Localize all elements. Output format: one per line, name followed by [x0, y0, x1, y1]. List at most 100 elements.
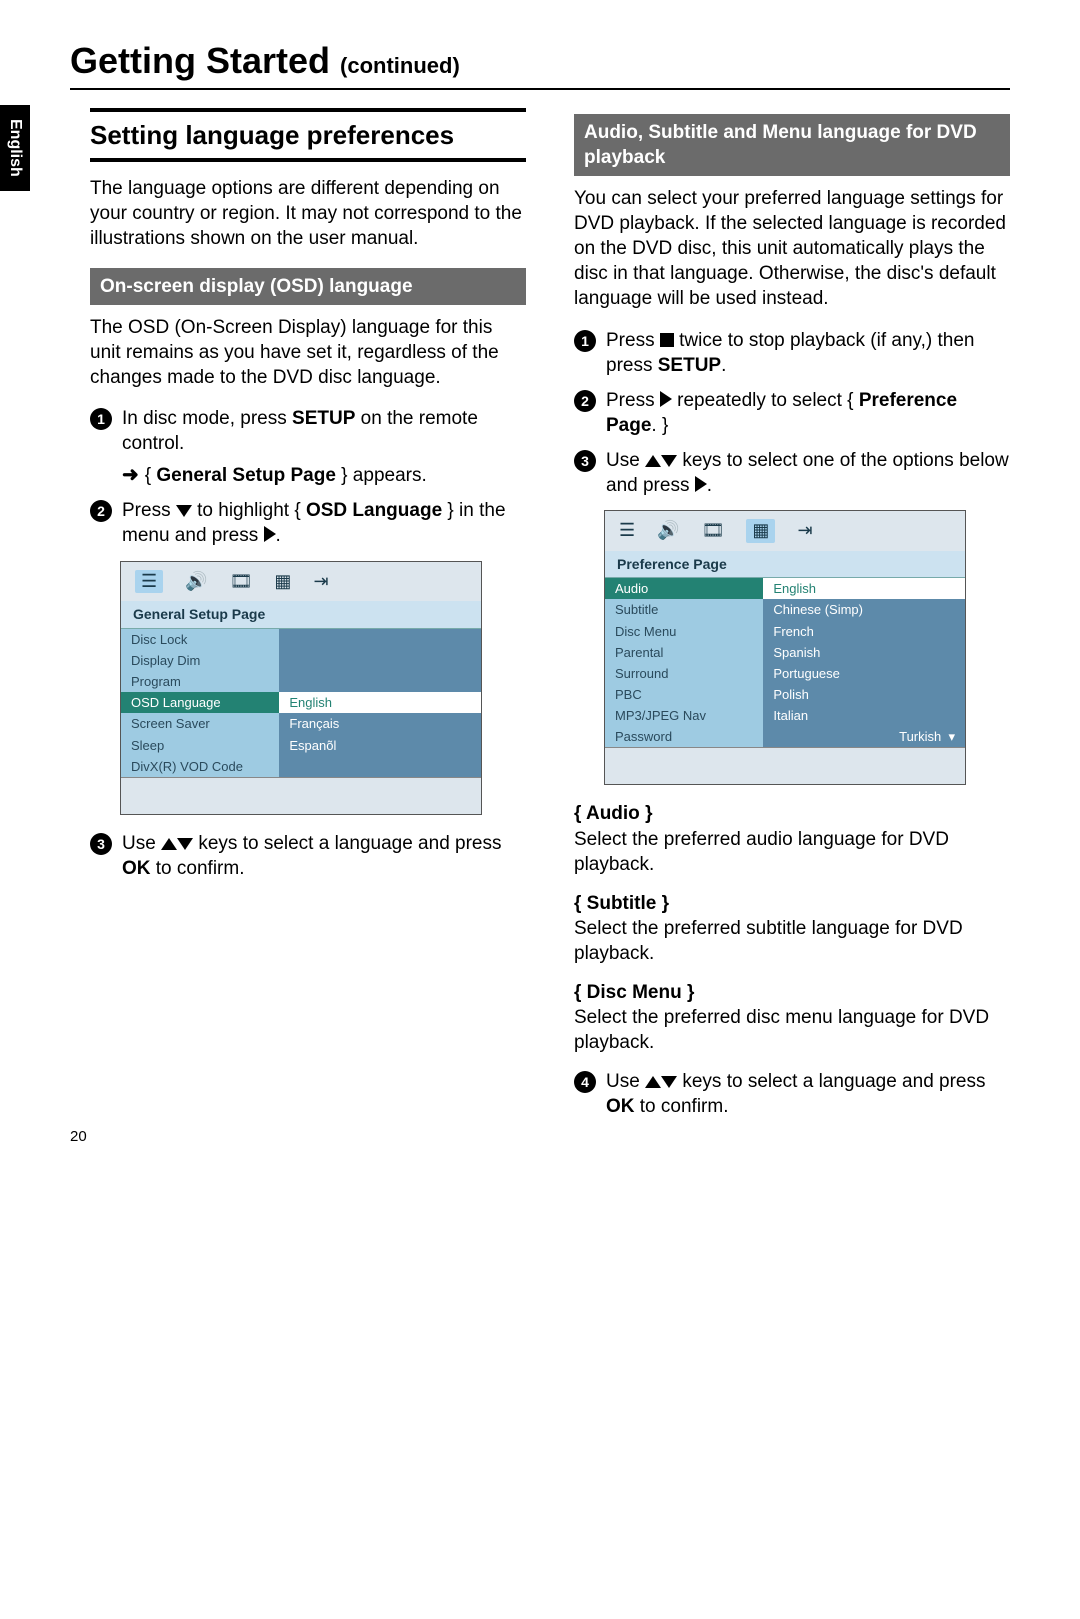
step-number-icon: 2: [90, 500, 112, 522]
osd-item-selected: Audio: [605, 578, 763, 599]
step-number-icon: 3: [574, 450, 596, 472]
osd-right-list: English Français Espanõl: [279, 629, 481, 777]
step-number-icon: 2: [574, 390, 596, 412]
arrow-up-icon: [645, 455, 661, 467]
text: to highlight {: [192, 500, 306, 521]
text: .: [276, 525, 281, 546]
osd-spacer: [279, 629, 481, 650]
step-body: Use keys to select a language and press …: [122, 831, 526, 881]
text: .: [707, 475, 712, 496]
text: to confirm.: [151, 858, 245, 879]
apps-icon: ▦: [274, 570, 291, 594]
osd-item: Password: [605, 726, 763, 747]
language-tab: English: [0, 105, 30, 191]
setup-label: SETUP: [658, 355, 721, 376]
osd-item: Chinese (Simp): [763, 599, 965, 620]
osd-item-more: Turkish ▾: [763, 726, 965, 747]
osd-item: Parental: [605, 642, 763, 663]
osd-spacer: [279, 756, 481, 777]
ok-label: OK: [606, 1096, 635, 1117]
arrow-right-icon: [660, 391, 672, 407]
text: . }: [651, 415, 668, 436]
intro-paragraph: You can select your preferred language s…: [574, 186, 1010, 311]
osd-icon-row: ☰ 🔊 🎞 ▦ ⇥: [121, 562, 481, 602]
text: .: [721, 355, 726, 376]
exit-icon: ⇥: [313, 570, 328, 594]
osd-item: Disc Menu: [605, 621, 763, 642]
text: Press: [606, 330, 660, 351]
title-main: Getting Started: [70, 40, 330, 81]
right-column: Audio, Subtitle and Menu language for DV…: [574, 108, 1010, 1129]
osd-body: Audio Subtitle Disc Menu Parental Surrou…: [605, 577, 965, 747]
intro-paragraph: The language options are different depen…: [90, 176, 526, 251]
osd-item: Portuguese: [763, 663, 965, 684]
step-number-icon: 3: [90, 833, 112, 855]
option-title: { Subtitle }: [574, 891, 1010, 916]
osd-item: French: [763, 621, 965, 642]
osd-footer: [605, 747, 965, 784]
text: Press: [606, 390, 660, 411]
osd-screenshot-general: ☰ 🔊 🎞 ▦ ⇥ General Setup Page Disc Lock D…: [120, 561, 482, 815]
step-number-icon: 1: [90, 408, 112, 430]
osd-item: Screen Saver: [121, 713, 279, 734]
osd-item: Surround: [605, 663, 763, 684]
step-number-icon: 4: [574, 1071, 596, 1093]
step-3: 3 Use keys to select one of the options …: [574, 448, 1010, 498]
section-heading: Setting language preferences: [90, 108, 526, 162]
text: In disc mode, press: [122, 408, 292, 429]
content-columns: Setting language preferences The languag…: [90, 108, 1010, 1129]
step-2: 2 Press repeatedly to select { Preferenc…: [574, 388, 1010, 438]
speaker-icon: 🔊: [185, 570, 207, 594]
osd-menu-title: Preference Page: [605, 551, 965, 577]
osd-paragraph: The OSD (On-Screen Display) language for…: [90, 315, 526, 390]
text: keys to select a language and press: [677, 1071, 985, 1092]
option-title: { Disc Menu }: [574, 980, 1010, 1005]
general-setup-page-label: General Setup Page: [156, 465, 336, 486]
step-2: 2 Press to highlight { OSD Language } in…: [90, 498, 526, 548]
osd-item: Subtitle: [605, 599, 763, 620]
osd-icon-row: ☰ 🔊 🎞 ▦ ⇥: [605, 511, 965, 551]
option-subtitle: { Subtitle } Select the preferred subtit…: [574, 891, 1010, 966]
manual-page: English Getting Started (continued) Sett…: [0, 0, 1080, 1169]
osd-item: Sleep: [121, 735, 279, 756]
option-body: Select the preferred disc menu language …: [574, 1005, 1010, 1055]
stop-icon: [660, 333, 674, 347]
step-4: 4 Use keys to select a language and pres…: [574, 1069, 1010, 1119]
text: Use: [606, 1071, 645, 1092]
arrow-down-icon: [177, 838, 193, 850]
osd-item: DivX(R) VOD Code: [121, 756, 279, 777]
osd-screenshot-preference: ☰ 🔊 🎞 ▦ ⇥ Preference Page Audio Subtitle…: [604, 510, 966, 785]
text: {: [145, 465, 157, 486]
osd-item: Italian: [763, 705, 965, 726]
option-body: Select the preferred subtitle language f…: [574, 916, 1010, 966]
step-1: 1 In disc mode, press SETUP on the remot…: [90, 406, 526, 489]
osd-item: Polish: [763, 684, 965, 705]
osd-item: Program: [121, 671, 279, 692]
osd-item: Disc Lock: [121, 629, 279, 650]
step-body: Use keys to select one of the options be…: [606, 448, 1010, 498]
option-title: { Audio }: [574, 801, 1010, 826]
arrow-down-icon: [661, 1076, 677, 1088]
arrow-down-icon: [661, 455, 677, 467]
option-body: Select the preferred audio language for …: [574, 827, 1010, 877]
osd-item: Français: [279, 713, 481, 734]
text: Turkish: [899, 729, 941, 744]
osd-left-list: Disc Lock Display Dim Program OSD Langua…: [121, 629, 279, 777]
film-icon: 🎞: [702, 519, 725, 543]
option-audio: { Audio } Select the preferred audio lan…: [574, 801, 1010, 876]
step-1: 1 Press twice to stop playback (if any,)…: [574, 328, 1010, 378]
subheading-bar: Audio, Subtitle and Menu language for DV…: [574, 114, 1010, 176]
osd-item-selected: English: [279, 692, 481, 713]
step-3: 3 Use keys to select a language and pres…: [90, 831, 526, 881]
osd-item: Spanish: [763, 642, 965, 663]
text: } appears.: [336, 465, 427, 486]
option-disc-menu: { Disc Menu } Select the preferred disc …: [574, 980, 1010, 1055]
osd-spacer: [279, 650, 481, 671]
apps-icon: ▦: [746, 519, 775, 543]
osd-right-list: English Chinese (Simp) French Spanish Po…: [763, 578, 965, 747]
step-body: In disc mode, press SETUP on the remote …: [122, 406, 526, 489]
osd-language-label: OSD Language: [306, 500, 442, 521]
step-body: Press repeatedly to select { Preference …: [606, 388, 1010, 438]
step-body: Press twice to stop playback (if any,) t…: [606, 328, 1010, 378]
osd-item: MP3/JPEG Nav: [605, 705, 763, 726]
